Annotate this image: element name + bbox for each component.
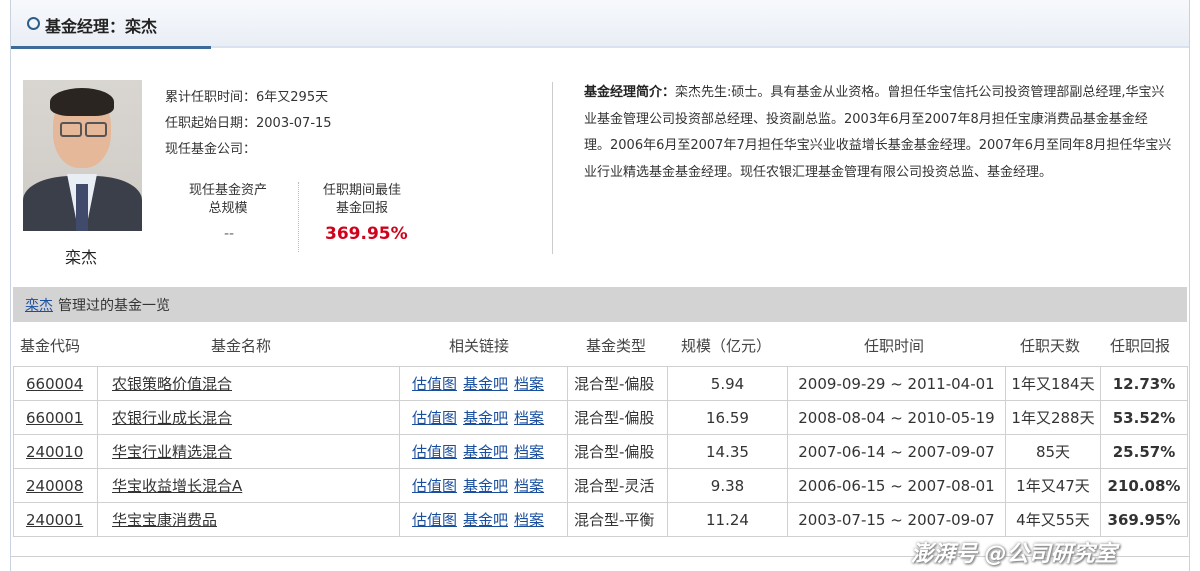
- fund-type: 混合型-偏股: [567, 366, 668, 401]
- header-links: 相关链接: [449, 337, 510, 355]
- fund-name-link[interactable]: 华宝宝康消费品: [97, 502, 400, 537]
- tenure-period: 2009-09-29 ~ 2011-04-01: [787, 366, 1006, 401]
- table-row: 240010 华宝行业精选混合 估值图 基金吧 档案 混合型-偏股 14.35 2007-06…: [13, 434, 1188, 469]
- fund-code-link[interactable]: 240008: [13, 468, 98, 503]
- stats-divider: [298, 182, 299, 252]
- fund-table: 660004 农银策略价值混合 估值图 基金吧 档案 混合型-偏股 5.94 2009-09-…: [13, 366, 1188, 537]
- fund-code-link[interactable]: 660004: [13, 366, 98, 401]
- header-fund-code: 基金代码: [20, 337, 81, 355]
- related-links: 估值图 基金吧 档案: [399, 366, 568, 401]
- bio-divider: [552, 82, 553, 254]
- fund-profile-link[interactable]: 档案: [514, 477, 544, 495]
- current-company: 现任基金公司：: [165, 142, 257, 157]
- manager-name: 栾杰: [65, 248, 98, 267]
- tenure-return: 25.57%: [1100, 434, 1188, 469]
- fund-profile-link[interactable]: 档案: [514, 375, 544, 393]
- valuation-chart-link[interactable]: 估值图: [412, 443, 457, 461]
- fund-profile-link[interactable]: 档案: [514, 443, 544, 461]
- tenure-period: 2008-08-04 ~ 2010-05-19: [787, 400, 1006, 435]
- circle-bullet-icon: [27, 17, 40, 30]
- valuation-chart-link[interactable]: 估值图: [412, 375, 457, 393]
- section-title: 管理过的基金一览: [58, 298, 170, 314]
- assets-label: 现任基金资产 总规模: [188, 183, 267, 216]
- tenure-days: 1年又47天: [1005, 468, 1101, 503]
- fund-scale: 14.35: [667, 434, 788, 469]
- fund-scale: 16.59: [667, 400, 788, 435]
- fund-forum-link[interactable]: 基金吧: [463, 511, 508, 529]
- header-accent-bar: [11, 46, 211, 49]
- header-period: 任职时间: [864, 337, 925, 355]
- tenure-days: 1年又184天: [1005, 366, 1101, 401]
- tenure-return: 53.52%: [1100, 400, 1188, 435]
- assets-value: --: [224, 226, 235, 242]
- tenure-days: 1年又288天: [1005, 400, 1101, 435]
- valuation-chart-link[interactable]: 估值图: [412, 477, 457, 495]
- tenure-period: 2006-06-15 ~ 2007-08-01: [787, 468, 1006, 503]
- fund-type: 混合型-灵活: [567, 468, 668, 503]
- best-return-value: 369.95%: [325, 224, 408, 244]
- related-links: 估值图 基金吧 档案: [399, 502, 568, 537]
- tenure-return: 210.08%: [1100, 468, 1188, 503]
- fund-type: 混合型-偏股: [567, 434, 668, 469]
- bio-label: 基金经理简介：: [584, 85, 676, 100]
- tenure-period: 2003-07-15 ~ 2007-09-07: [787, 502, 1006, 537]
- fund-code-link[interactable]: 240001: [13, 502, 98, 537]
- fund-forum-link[interactable]: 基金吧: [463, 375, 508, 393]
- fund-code-link[interactable]: 660001: [13, 400, 98, 435]
- tenure-return: 369.95%: [1100, 502, 1188, 537]
- fund-profile-link[interactable]: 档案: [514, 409, 544, 427]
- fund-name-link[interactable]: 农银行业成长混合: [97, 400, 400, 435]
- fund-scale: 9.38: [667, 468, 788, 503]
- table-row: 240001 华宝宝康消费品 估值图 基金吧 档案 混合型-平衡 11.24 2003-07-…: [13, 502, 1188, 537]
- related-links: 估值图 基金吧 档案: [399, 434, 568, 469]
- section-title-bar: 栾杰 管理过的基金一览: [13, 287, 1187, 322]
- fund-name-link[interactable]: 华宝行业精选混合: [97, 434, 400, 469]
- fund-code-link[interactable]: 240010: [13, 434, 98, 469]
- header-days: 任职天数: [1020, 337, 1081, 355]
- watermark: 澎湃号 @公司研究室: [911, 542, 1117, 567]
- related-links: 估值图 基金吧 档案: [399, 400, 568, 435]
- header-scale: 规模（亿元）: [681, 337, 772, 355]
- tenure-days: 85天: [1005, 434, 1101, 469]
- header-return: 任职回报: [1110, 337, 1171, 355]
- best-return-label: 任职期间最佳 基金回报: [322, 183, 401, 216]
- fund-scale: 5.94: [667, 366, 788, 401]
- start-date: 任职起始日期：2003-07-15: [165, 116, 332, 131]
- fund-type: 混合型-平衡: [567, 502, 668, 537]
- header-fund-type: 基金类型: [586, 337, 647, 355]
- fund-forum-link[interactable]: 基金吧: [463, 409, 508, 427]
- fund-type: 混合型-偏股: [567, 400, 668, 435]
- related-links: 估值图 基金吧 档案: [399, 468, 568, 503]
- manager-name-link[interactable]: 栾杰: [25, 295, 53, 315]
- fund-scale: 11.24: [667, 502, 788, 537]
- manager-photo: [23, 80, 142, 231]
- tenure-days: 4年又55天: [1005, 502, 1101, 537]
- fund-name-link[interactable]: 华宝收益增长混合A: [97, 468, 400, 503]
- fund-name-link[interactable]: 农银策略价值混合: [97, 366, 400, 401]
- tenure-period: 2007-06-14 ~ 2007-09-07: [787, 434, 1006, 469]
- fund-profile-link[interactable]: 档案: [514, 511, 544, 529]
- header-fund-name: 基金名称: [211, 337, 272, 355]
- table-row: 240008 华宝收益增长混合A 估值图 基金吧 档案 混合型-灵活 9.38 2006-06…: [13, 468, 1188, 503]
- table-row: 660001 农银行业成长混合 估值图 基金吧 档案 混合型-偏股 16.59 2008-08…: [13, 400, 1188, 435]
- page-title: 基金经理：栾杰: [45, 17, 158, 36]
- manager-bio: 基金经理简介：栾杰先生:硕士。具有基金从业资格。曾担任华宝信托公司投资管理部副总…: [584, 80, 1172, 186]
- valuation-chart-link[interactable]: 估值图: [412, 511, 457, 529]
- panel-header: 基金经理：栾杰: [11, 0, 1189, 48]
- table-row: 660004 农银策略价值混合 估值图 基金吧 档案 混合型-偏股 5.94 2009-09-…: [13, 366, 1188, 401]
- manager-panel: 基金经理：栾杰 栾杰 累计任职时间：6年又295天 任职起始日期：2003-07…: [10, 0, 1190, 571]
- valuation-chart-link[interactable]: 估值图: [412, 409, 457, 427]
- fund-forum-link[interactable]: 基金吧: [463, 443, 508, 461]
- tenure-return: 12.73%: [1100, 366, 1188, 401]
- tenure-total: 累计任职时间：6年又295天: [165, 90, 329, 105]
- fund-forum-link[interactable]: 基金吧: [463, 477, 508, 495]
